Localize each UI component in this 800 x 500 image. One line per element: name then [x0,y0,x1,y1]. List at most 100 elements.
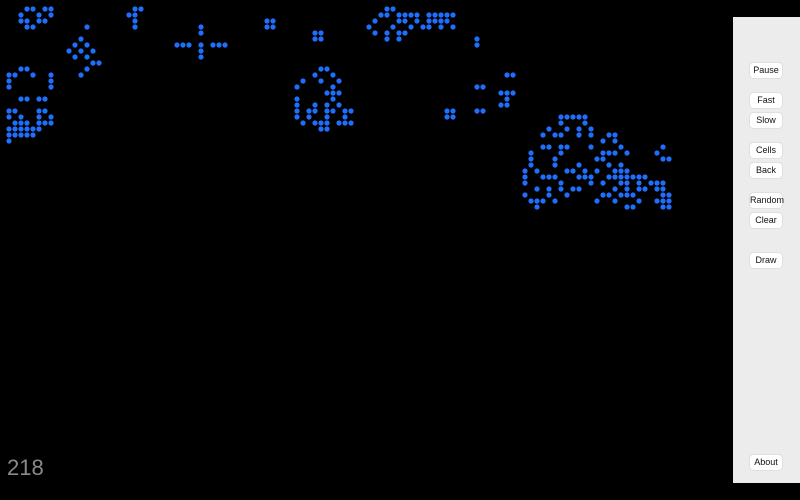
live-cell[interactable] [444,18,450,24]
live-cell[interactable] [564,168,570,174]
live-cell[interactable] [36,12,42,18]
live-cell[interactable] [324,66,330,72]
live-cell[interactable] [570,186,576,192]
live-cell[interactable] [558,114,564,120]
live-cell[interactable] [72,54,78,60]
live-cell[interactable] [504,90,510,96]
live-cell[interactable] [312,108,318,114]
live-cell[interactable] [12,132,18,138]
live-cell[interactable] [72,42,78,48]
live-cell[interactable] [606,174,612,180]
live-cell[interactable] [576,162,582,168]
live-cell[interactable] [30,72,36,78]
live-cell[interactable] [84,66,90,72]
live-cell[interactable] [306,108,312,114]
live-cell[interactable] [48,6,54,12]
live-cell[interactable] [420,24,426,30]
live-cell[interactable] [36,120,42,126]
live-cell[interactable] [84,42,90,48]
live-cell[interactable] [408,12,414,18]
live-cell[interactable] [666,192,672,198]
live-cell[interactable] [336,102,342,108]
live-cell[interactable] [132,24,138,30]
live-cell[interactable] [498,90,504,96]
live-cell[interactable] [552,156,558,162]
live-cell[interactable] [564,126,570,132]
live-cell[interactable] [48,120,54,126]
live-cell[interactable] [24,132,30,138]
live-cell[interactable] [294,96,300,102]
live-cell[interactable] [582,168,588,174]
live-cell[interactable] [630,192,636,198]
live-cell[interactable] [564,114,570,120]
back-button[interactable]: Back [750,163,782,178]
live-cell[interactable] [522,180,528,186]
live-cell[interactable] [618,162,624,168]
live-cell[interactable] [618,180,624,186]
live-cell[interactable] [222,42,228,48]
live-cell[interactable] [384,6,390,12]
live-cell[interactable] [522,168,528,174]
live-cell[interactable] [630,204,636,210]
live-cell[interactable] [270,24,276,30]
live-cell[interactable] [450,114,456,120]
live-cell[interactable] [600,192,606,198]
live-cell[interactable] [504,72,510,78]
live-cell[interactable] [90,60,96,66]
live-cell[interactable] [618,174,624,180]
live-cell[interactable] [24,24,30,30]
live-cell[interactable] [264,18,270,24]
live-cell[interactable] [540,132,546,138]
live-cell[interactable] [666,156,672,162]
live-cell[interactable] [198,48,204,54]
live-cell[interactable] [78,48,84,54]
live-cell[interactable] [390,6,396,12]
live-cell[interactable] [24,120,30,126]
live-cell[interactable] [624,168,630,174]
live-cell[interactable] [624,174,630,180]
live-cell[interactable] [324,120,330,126]
live-cell[interactable] [636,198,642,204]
live-cell[interactable] [444,108,450,114]
live-cell[interactable] [18,66,24,72]
live-cell[interactable] [576,126,582,132]
live-cell[interactable] [624,186,630,192]
live-cell[interactable] [624,204,630,210]
live-cell[interactable] [30,126,36,132]
live-cell[interactable] [606,162,612,168]
live-cell[interactable] [660,156,666,162]
live-cell[interactable] [660,180,666,186]
live-cell[interactable] [450,108,456,114]
live-cell[interactable] [396,36,402,42]
live-cell[interactable] [312,72,318,78]
live-cell[interactable] [324,126,330,132]
live-cell[interactable] [576,174,582,180]
live-cell[interactable] [426,24,432,30]
live-cell[interactable] [24,6,30,12]
live-cell[interactable] [432,12,438,18]
live-cell[interactable] [24,66,30,72]
live-cell[interactable] [42,120,48,126]
live-cell[interactable] [42,6,48,12]
live-cell[interactable] [330,108,336,114]
live-cell[interactable] [48,72,54,78]
live-cell[interactable] [534,168,540,174]
live-cell[interactable] [132,12,138,18]
live-cell[interactable] [600,150,606,156]
live-cell[interactable] [612,198,618,204]
live-cell[interactable] [372,30,378,36]
live-cell[interactable] [48,78,54,84]
random-button[interactable]: Random [750,193,784,208]
live-cell[interactable] [336,90,342,96]
live-cell[interactable] [324,114,330,120]
live-cell[interactable] [660,204,666,210]
live-cell[interactable] [636,180,642,186]
live-cell[interactable] [36,114,42,120]
live-cell[interactable] [546,126,552,132]
live-cell[interactable] [36,126,42,132]
draw-button[interactable]: Draw [750,253,782,268]
live-cell[interactable] [180,42,186,48]
live-cell[interactable] [660,186,666,192]
live-cell[interactable] [42,108,48,114]
live-cell[interactable] [390,24,396,30]
